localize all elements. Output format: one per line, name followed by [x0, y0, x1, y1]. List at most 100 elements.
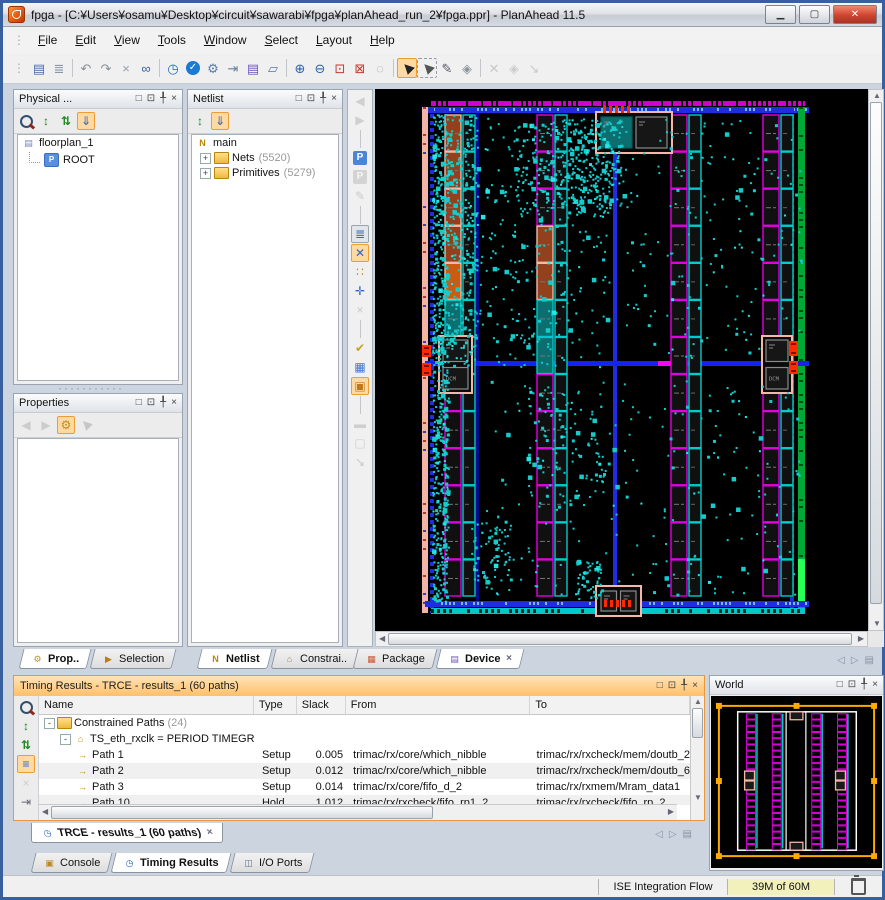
tab-selection[interactable]: ▶Selection	[90, 649, 177, 669]
device-horizontal-scrollbar[interactable]: ◀ ▶	[375, 631, 868, 647]
zoom-selection-icon[interactable]: ⊡	[330, 58, 350, 78]
close-icon[interactable]: ×	[206, 827, 215, 838]
minimize-button[interactable]: ▁	[765, 5, 796, 24]
timing-row-path-2[interactable]: →Path 2Setup0.012trimac/rx/core/which_ni…	[39, 763, 690, 779]
physical-panel-buttons[interactable]: □⊡╀×	[136, 94, 177, 104]
search-icon[interactable]	[17, 698, 35, 716]
swap-icon[interactable]: ×	[351, 301, 369, 319]
goto-icon[interactable]: ⇥	[17, 793, 35, 811]
delete-icon[interactable]: ×	[116, 58, 136, 78]
menu-file[interactable]: File	[29, 30, 66, 50]
column-header-slack[interactable]: Slack	[297, 696, 346, 714]
menu-select[interactable]: Select	[256, 30, 307, 50]
timing-table-header[interactable]: NameTypeSlackFromTo	[39, 696, 690, 715]
save-icon[interactable]: ▤	[29, 58, 49, 78]
back-icon[interactable]: ◀	[351, 92, 369, 110]
scroll-down-icon[interactable]: ▼	[873, 620, 881, 628]
physical-tree[interactable]: ▤floorplan_1PROOT	[17, 134, 179, 381]
arrow2-icon[interactable]: ↘	[351, 453, 369, 471]
brush-icon[interactable]: ▬	[351, 415, 369, 433]
tree-item-primitives[interactable]: +Primitives(5279)	[192, 165, 338, 180]
zoom-back-icon[interactable]: ◌	[370, 58, 390, 78]
maximize-button[interactable]: ▢	[799, 5, 830, 24]
menu-window[interactable]: Window	[195, 30, 256, 50]
timing-vertical-scrollbar[interactable]: ▲ ▼	[690, 696, 704, 820]
column-header-to[interactable]: To	[530, 696, 690, 714]
column-header-from[interactable]: From	[346, 696, 531, 714]
back-icon[interactable]: ◀	[17, 416, 35, 434]
draw-pblock-icon[interactable]: ✎	[437, 58, 457, 78]
world-overview-canvas[interactable]	[711, 696, 882, 868]
expand-icon[interactable]: ⇅	[57, 112, 75, 130]
scrollbar-thumb[interactable]	[388, 633, 852, 645]
pblock-icon[interactable]: P	[351, 168, 369, 186]
expander-icon[interactable]: +	[200, 153, 211, 164]
scroll-left-icon[interactable]: ◀	[379, 635, 385, 643]
menu-edit[interactable]: Edit	[66, 30, 105, 50]
close-icon[interactable]: ×	[506, 653, 512, 664]
grid-check-icon[interactable]: ▦	[351, 358, 369, 376]
cursor-icon[interactable]: ▶	[77, 416, 95, 434]
scroll-down-icon[interactable]: ▼	[694, 794, 702, 802]
netlist-panel-buttons[interactable]: □⊡╀×	[296, 94, 337, 104]
tab-package[interactable]: ▦Package	[353, 649, 438, 669]
scrollbar-thumb[interactable]	[870, 102, 882, 604]
propgear-icon[interactable]: ⚙	[57, 416, 75, 434]
tree-item-nets[interactable]: +Nets(5520)	[192, 150, 338, 165]
report-icon[interactable]: ≣	[49, 58, 69, 78]
menu-layout[interactable]: Layout	[307, 30, 361, 50]
zoom-fit-icon[interactable]: ⊠	[350, 58, 370, 78]
fwd-icon[interactable]: ▶	[351, 111, 369, 129]
timing-row-constrained-paths[interactable]: -Constrained Paths(24)	[39, 715, 690, 731]
timing-horizontal-scrollbar[interactable]: ◀ ▶	[39, 804, 677, 820]
delete-icon[interactable]: ×	[17, 774, 35, 792]
timing-panel-buttons[interactable]: □⊡╀×	[657, 681, 698, 691]
marquee-icon[interactable]: ▢	[351, 434, 369, 452]
timing-row-path-3[interactable]: →Path 3Setup0.014trimac/rx/core/fifo_d_2…	[39, 779, 690, 795]
collapse-icon[interactable]: ↕	[37, 112, 55, 130]
scrollbar-thumb[interactable]	[51, 806, 433, 819]
timing-row-ts-eth-rxclk-period-timegrp-eth-rxclk-8-ns-high-50-[interactable]: -⌂TS_eth_rxclk = PERIOD TIMEGRP "eth_rxc…	[39, 731, 690, 747]
expander-icon[interactable]: -	[44, 718, 55, 729]
zoom-in-icon[interactable]: ⊕	[290, 58, 310, 78]
panel-splitter[interactable]: ···········	[58, 386, 124, 391]
device-vertical-scrollbar[interactable]: ▲ ▼	[868, 89, 884, 631]
expander-icon[interactable]: +	[200, 168, 211, 179]
scroll-right-icon[interactable]: ▶	[668, 808, 674, 816]
find-icon[interactable]: ∞	[136, 58, 156, 78]
unroute-icon[interactable]: ✕	[484, 58, 504, 78]
add-pblock-icon[interactable]: P	[351, 149, 369, 167]
arrow2-icon[interactable]: ↘	[524, 58, 544, 78]
tab-console[interactable]: ▣Console	[31, 853, 113, 873]
column-header-name[interactable]: Name	[39, 696, 254, 714]
cube-check-icon[interactable]: ▣	[351, 377, 369, 395]
scrollto-icon[interactable]: ⇓	[77, 112, 95, 130]
netlist-tree[interactable]: Nmain+Nets(5520)+Primitives(5279)	[191, 134, 339, 643]
fwd-icon[interactable]: ▶	[37, 416, 55, 434]
trce-results-tab[interactable]: ◷ TRCE - results_1 (60 paths) ×	[31, 823, 223, 843]
redo-icon[interactable]: ↷	[96, 58, 116, 78]
menu-tools[interactable]: Tools	[149, 30, 195, 50]
tab-pager[interactable]: ◁▷▤	[837, 655, 874, 666]
check-icon[interactable]: ✓	[183, 58, 203, 78]
scroll-right-icon[interactable]: ▶	[858, 635, 864, 643]
scroll-left-icon[interactable]: ◀	[42, 808, 48, 816]
tree-item-root[interactable]: PROOT	[18, 150, 178, 168]
layers-icon[interactable]: ≣	[351, 225, 369, 243]
measure-icon[interactable]: ▱	[263, 58, 283, 78]
tools-icon[interactable]: ⚙	[203, 58, 223, 78]
close-button[interactable]: ✕	[833, 5, 877, 24]
menu-help[interactable]: Help	[361, 30, 404, 50]
tab-device[interactable]: ▤Device×	[435, 649, 524, 669]
collapse-icon[interactable]: ↕	[17, 717, 35, 735]
tab-constrai-[interactable]: ⌂Constrai..	[270, 649, 359, 669]
scrollbar-thumb[interactable]	[692, 708, 703, 738]
select-icon[interactable]: ▶	[397, 58, 417, 78]
tab-i-o-ports[interactable]: ◫I/O Ports	[230, 853, 315, 873]
book-icon[interactable]: ▤	[243, 58, 263, 78]
properties-panel-buttons[interactable]: □⊡╀×	[136, 398, 177, 408]
sites-icon[interactable]: ∷	[351, 263, 369, 281]
tree-item-main[interactable]: Nmain	[192, 135, 338, 150]
world-panel-buttons[interactable]: □⊡╀×	[837, 680, 878, 690]
move-icon[interactable]: ✛	[351, 282, 369, 300]
